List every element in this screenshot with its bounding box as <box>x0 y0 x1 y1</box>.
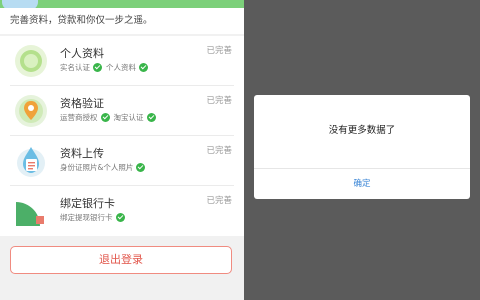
status-badge: 已完善 <box>206 146 232 156</box>
location-shield-icon <box>15 95 47 127</box>
item-tags: 身份证照片&个人照片 <box>60 162 149 173</box>
tag: 绑定提现银行卡 <box>60 212 125 223</box>
screen: 完善资料，贷款和你仅一步之遥。 个人资料 实名认证 个人资料 已完善 资格验证 … <box>0 0 480 300</box>
list-item-qualification[interactable]: 资格验证 运营商授权 淘宝认证 已完善 <box>0 86 244 136</box>
check-icon <box>115 213 125 222</box>
status-badge: 已完善 <box>206 196 232 206</box>
logout-area: 退出登录 <box>0 236 244 300</box>
check-icon <box>146 113 156 122</box>
profile-panel: 完善资料，贷款和你仅一步之遥。 个人资料 实名认证 个人资料 已完善 资格验证 … <box>0 0 244 300</box>
check-icon <box>100 113 110 122</box>
tag: 淘宝认证 <box>114 112 156 123</box>
tag-label: 个人资料 <box>106 63 136 72</box>
item-tags: 运营商授权 淘宝认证 <box>60 112 160 123</box>
check-icon <box>139 63 148 72</box>
status-badge: 已完善 <box>206 46 232 56</box>
tag-label: 身份证照片&个人照片 <box>60 163 134 172</box>
tag: 实名认证 <box>60 62 102 73</box>
confirm-button[interactable]: 确定 <box>254 169 470 199</box>
tag-label: 绑定提现银行卡 <box>60 213 113 222</box>
alert-dialog: 没有更多数据了 确定 <box>254 95 470 199</box>
item-title: 资格验证 <box>60 97 104 110</box>
list-item-upload[interactable]: 资料上传 身份证照片&个人照片 已完善 <box>0 136 244 186</box>
tag-label: 淘宝认证 <box>113 113 144 122</box>
list-item-personal-info[interactable]: 个人资料 实名认证 个人资料 已完善 <box>0 36 244 86</box>
bank-card-chart-icon <box>16 202 44 226</box>
status-badge: 已完善 <box>206 96 232 106</box>
tag: 运营商授权 <box>60 112 110 123</box>
profile-list: 个人资料 实名认证 个人资料 已完善 资格验证 运营商授权 淘宝认证 已完善 资… <box>0 36 244 236</box>
item-title: 个人资料 <box>60 47 104 60</box>
item-tags: 实名认证 个人资料 <box>60 62 152 73</box>
dialog-message: 没有更多数据了 <box>328 125 396 136</box>
completion-hint: 完善资料，贷款和你仅一步之遥。 <box>0 8 244 34</box>
document-drop-icon <box>17 147 45 177</box>
list-item-bank-card[interactable]: 绑定银行卡 绑定提现银行卡 已完善 <box>0 186 244 236</box>
check-icon <box>93 63 102 72</box>
modal-backdrop: 没有更多数据了 确定 <box>244 0 480 300</box>
tag: 个人资料 <box>106 62 148 73</box>
tag-label: 实名认证 <box>60 63 90 72</box>
check-icon <box>136 163 146 172</box>
tag: 身份证照片&个人照片 <box>60 162 146 173</box>
tag-label: 运营商授权 <box>60 113 98 122</box>
item-tags: 绑定提现银行卡 <box>60 212 129 223</box>
item-title: 资料上传 <box>60 147 104 160</box>
logout-button[interactable]: 退出登录 <box>10 246 232 274</box>
item-title: 绑定银行卡 <box>60 197 115 210</box>
user-card-icon <box>15 45 47 77</box>
